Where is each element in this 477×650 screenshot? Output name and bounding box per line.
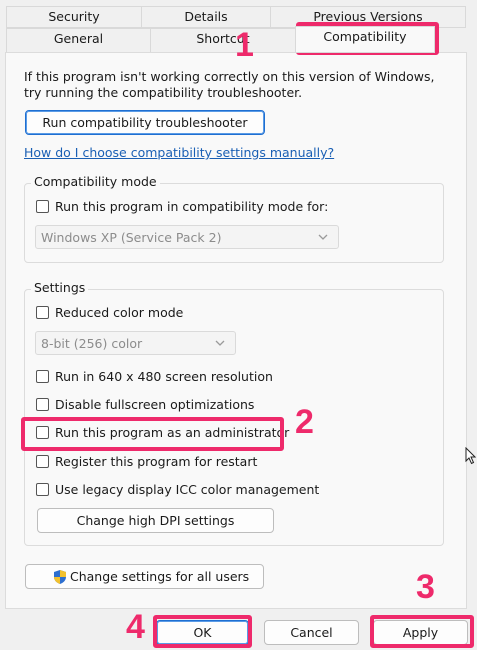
compat-mode-checkbox[interactable] [36, 200, 49, 213]
cursor-icon [465, 447, 476, 465]
disable-fullscreen-label: Disable fullscreen optimizations [55, 397, 255, 412]
cancel-button[interactable]: Cancel [264, 620, 359, 645]
reduced-color-checkbox[interactable] [36, 306, 49, 319]
chevron-down-icon [215, 340, 225, 346]
os-version-select[interactable]: Windows XP (Service Pack 2) [35, 225, 339, 249]
color-depth-select[interactable]: 8-bit (256) color [35, 331, 236, 355]
color-depth-value: 8-bit (256) color [41, 335, 143, 351]
tab-details[interactable]: Details [141, 6, 271, 28]
run-as-admin-label: Run this program as an administrator [55, 425, 290, 440]
tab-shortcut[interactable]: Shortcut [150, 28, 296, 52]
apply-button[interactable]: Apply [373, 620, 468, 645]
reduced-color-row[interactable]: Reduced color mode [36, 305, 183, 320]
disable-fullscreen-checkbox[interactable] [36, 398, 49, 411]
register-restart-checkbox[interactable] [36, 455, 49, 468]
compatibility-mode-title: Compatibility mode [31, 174, 160, 189]
legacy-icc-checkbox[interactable] [36, 483, 49, 496]
change-all-users-button[interactable]: Change settings for all users [25, 564, 264, 589]
compatibility-mode-group: Compatibility mode [24, 174, 444, 263]
shield-icon [54, 570, 66, 584]
run-as-admin-row[interactable]: Run this program as an administrator [36, 425, 289, 440]
annotation-number-2: 2 [295, 403, 314, 441]
help-link[interactable]: How do I choose compatibility settings m… [24, 145, 334, 160]
os-version-value: Windows XP (Service Pack 2) [41, 229, 222, 245]
run-troubleshooter-button[interactable]: Run compatibility troubleshooter [25, 110, 265, 135]
tab-security[interactable]: Security [6, 6, 142, 28]
res-640-row[interactable]: Run in 640 x 480 screen resolution [36, 369, 273, 384]
compat-mode-label: Run this program in compatibility mode f… [55, 199, 329, 214]
register-restart-label: Register this program for restart [55, 454, 258, 469]
disable-fullscreen-row[interactable]: Disable fullscreen optimizations [36, 397, 254, 412]
tab-general[interactable]: General [6, 28, 151, 52]
tab-compatibility[interactable]: Compatibility [295, 26, 435, 53]
intro-text: If this program isn't working correctly … [24, 69, 435, 100]
register-restart-row[interactable]: Register this program for restart [36, 454, 257, 469]
annotation-number-1: 1 [235, 26, 254, 64]
chevron-down-icon [318, 234, 328, 240]
tab-previous-versions[interactable]: Previous Versions [270, 6, 466, 28]
settings-title: Settings [31, 280, 89, 295]
change-all-users-label: Change settings for all users [70, 569, 250, 584]
reduced-color-label: Reduced color mode [55, 305, 184, 320]
res-640-label: Run in 640 x 480 screen resolution [55, 369, 273, 384]
ok-button[interactable]: OK [156, 620, 249, 645]
change-dpi-button[interactable]: Change high DPI settings [37, 508, 274, 533]
annotation-number-3: 3 [416, 568, 435, 606]
compat-mode-checkbox-row[interactable]: Run this program in compatibility mode f… [36, 199, 328, 214]
annotation-number-4: 4 [126, 608, 145, 646]
run-as-admin-checkbox[interactable] [36, 426, 49, 439]
legacy-icc-label: Use legacy display ICC color management [55, 482, 320, 497]
res-640-checkbox[interactable] [36, 370, 49, 383]
legacy-icc-row[interactable]: Use legacy display ICC color management [36, 482, 319, 497]
